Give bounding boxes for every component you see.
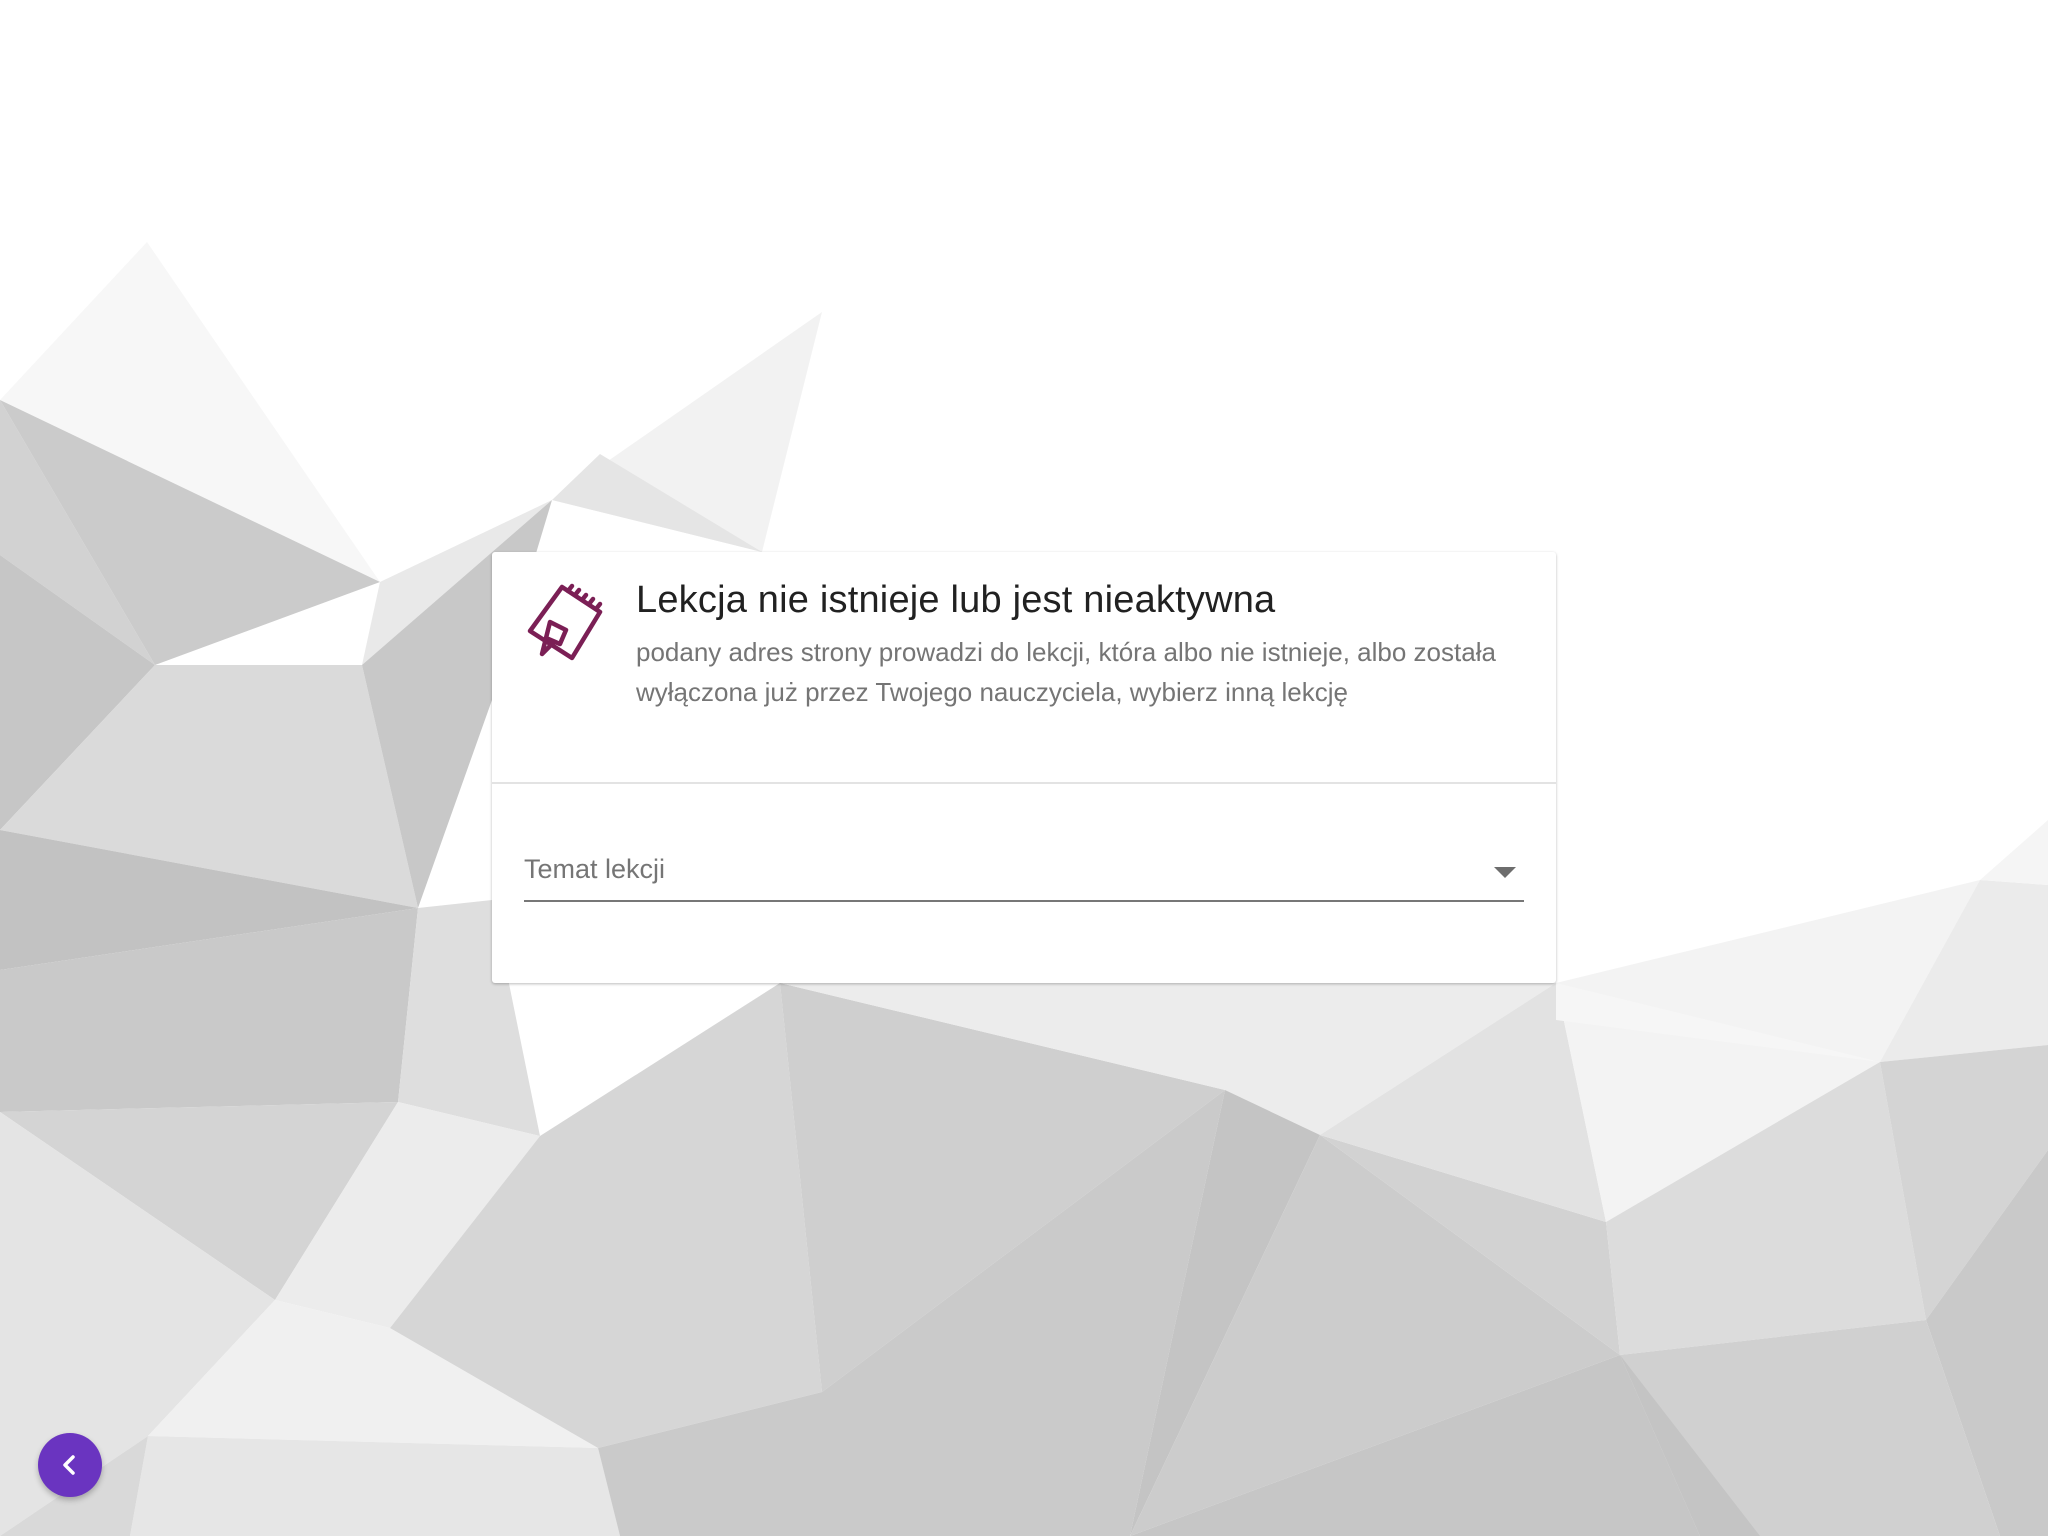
- page-description: podany adres strony prowadzi do lekcji, …: [636, 637, 1496, 707]
- card-header: Lekcja nie istnieje lub jest nieaktywna …: [492, 552, 1556, 784]
- notepad-pencil-icon: [527, 583, 603, 661]
- page: Lekcja nie istnieje lub jest nieaktywna …: [0, 0, 2048, 1536]
- chevron-left-icon: [63, 1455, 75, 1475]
- page-title: Lekcja nie istnieje lub jest nieaktywna: [636, 579, 1276, 621]
- dropdown-arrow-icon[interactable]: [1494, 867, 1516, 878]
- lesson-error-card: Lekcja nie istnieje lub jest nieaktywna …: [492, 552, 1556, 983]
- lesson-topic-label: Temat lekcji: [524, 854, 666, 884]
- back-button[interactable]: [38, 1433, 102, 1497]
- lesson-topic-select[interactable]: Temat lekcji: [524, 850, 1524, 902]
